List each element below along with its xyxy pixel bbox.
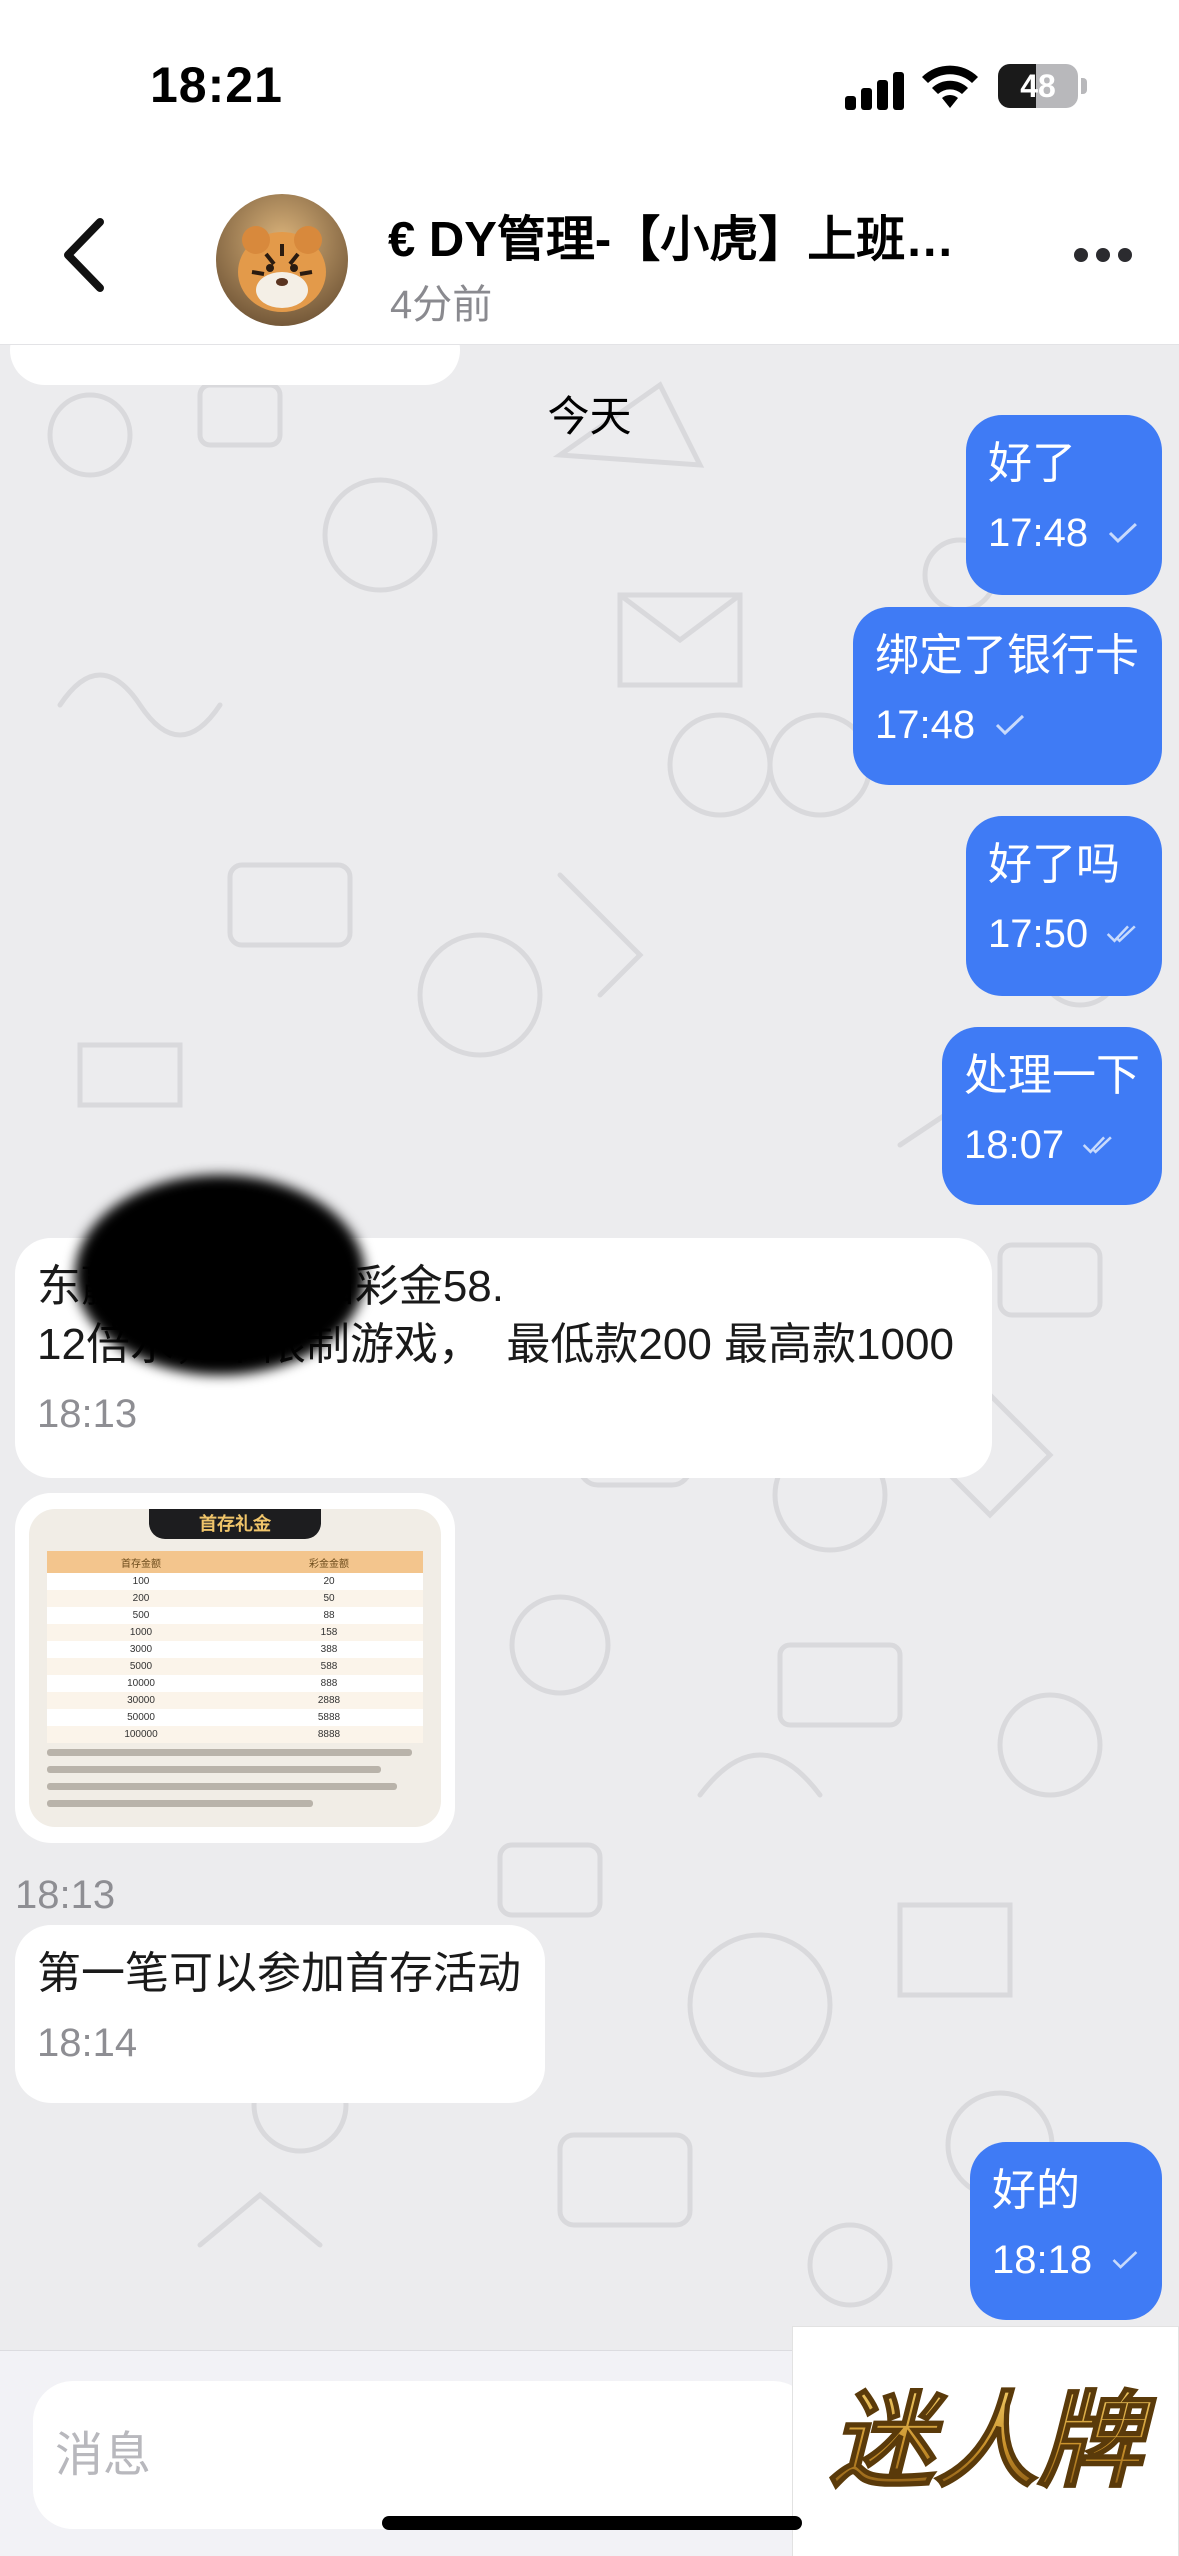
promo-cell: 50000: [47, 1709, 235, 1726]
promo-cell: 200: [47, 1590, 235, 1607]
sent-check-icon: [1112, 2251, 1138, 2269]
promo-header: 彩金金额: [235, 1551, 423, 1573]
watermark-logo-art: 迷人牌: [829, 2379, 1158, 2503]
wifi-icon: [922, 65, 978, 108]
svg-text:迷人牌: 迷人牌: [830, 2380, 1157, 2502]
signal-icon: [845, 70, 905, 110]
message-text: 第一笔可以参加首存活动: [37, 1949, 521, 1998]
message-time: 17:48: [988, 511, 1089, 555]
message-text: 好了吗: [988, 840, 1120, 889]
read-check-icon: [1106, 925, 1136, 943]
battery-icon: 48: [998, 64, 1078, 108]
outgoing-message[interactable]: 好了吗 17:50: [966, 816, 1162, 996]
message-time: 17:48: [875, 703, 976, 747]
incoming-image-message[interactable]: 首存礼金 首存金额 彩金金额 100 20 200 50 500 88 1000 158…: [15, 1493, 455, 1843]
outgoing-message[interactable]: 绑定了银行卡 17:48: [853, 607, 1162, 785]
promo-cell: 100: [47, 1573, 235, 1590]
promo-table: 首存金额 彩金金额 100 20 200 50 500 88 1000 158 3000…: [47, 1551, 423, 1743]
promo-cell: 1000: [47, 1624, 235, 1641]
last-seen-status: 4分前: [390, 283, 493, 327]
message-input[interactable]: [33, 2381, 813, 2529]
back-button[interactable]: [50, 210, 120, 300]
promo-cell: 3000: [47, 1641, 235, 1658]
message-time: 18:07: [964, 1123, 1065, 1167]
outgoing-message[interactable]: 处理一下 18:07: [942, 1027, 1162, 1205]
promo-cell: 8888: [235, 1726, 423, 1743]
promo-header: 首存金额: [47, 1551, 235, 1573]
promo-fine-print: [47, 1749, 427, 1817]
promo-cell: 888: [235, 1675, 423, 1692]
avatar[interactable]: [216, 194, 348, 326]
promo-cell: 2888: [235, 1692, 423, 1709]
promo-cell: 5888: [235, 1709, 423, 1726]
promo-cell: 30000: [47, 1692, 235, 1709]
message-list[interactable]: 今天 好了 17:48 绑定了银行卡 17:48 好了吗 17:50 处理一下 …: [0, 345, 1179, 2350]
redaction-mark: [75, 1175, 365, 1375]
watermark-logo: 迷人牌: [792, 2326, 1179, 2556]
more-options-icon[interactable]: [1074, 248, 1134, 272]
chat-header: € DY管理-【小虎】上班时间 4分前: [0, 170, 1179, 345]
promo-cell: 5000: [47, 1658, 235, 1675]
outgoing-message[interactable]: 好的 18:18: [970, 2142, 1162, 2320]
promo-cell: 20: [235, 1573, 423, 1590]
promo-cell: 10000: [47, 1675, 235, 1692]
home-indicator: [382, 2516, 802, 2530]
message-text: 绑定了银行卡: [875, 631, 1139, 680]
message-time: 18:13: [37, 1392, 138, 1436]
message-time: 18:14: [37, 2021, 138, 2065]
chat-title[interactable]: € DY管理-【小虎】上班时间: [388, 200, 998, 271]
promo-cell: 500: [47, 1607, 235, 1624]
sent-check-icon: [1109, 522, 1138, 544]
promo-cell: 88: [235, 1607, 423, 1624]
message-time: 17:50: [988, 912, 1089, 956]
promo-cell: 588: [235, 1658, 423, 1675]
sent-check-icon: [996, 714, 1025, 736]
status-bar: 18:21 48: [0, 0, 1179, 170]
message-text: 好了: [988, 439, 1076, 488]
message-time: 18:13: [15, 1873, 116, 1917]
read-check-icon: [1082, 1136, 1112, 1154]
promo-cell: 100000: [47, 1726, 235, 1743]
promo-cell: 158: [235, 1624, 423, 1641]
status-time: 18:21: [150, 57, 283, 113]
partial-message-bubble: [10, 345, 460, 385]
battery-nub: [1081, 78, 1087, 94]
message-time: 18:18: [992, 2238, 1093, 2282]
message-text: 处理一下: [964, 1051, 1140, 1100]
promo-title: 首存礼金: [149, 1509, 321, 1539]
incoming-message[interactable]: 第一笔可以参加首存活动 18:14: [15, 1925, 545, 2103]
battery-level: 48: [1020, 68, 1056, 104]
promo-cell: 388: [235, 1641, 423, 1658]
message-text: 好的: [992, 2166, 1080, 2215]
outgoing-message[interactable]: 好了 17:48: [966, 415, 1162, 595]
promo-image[interactable]: 首存礼金 首存金额 彩金金额 100 20 200 50 500 88 1000 158…: [29, 1509, 441, 1827]
promo-cell: 50: [235, 1590, 423, 1607]
